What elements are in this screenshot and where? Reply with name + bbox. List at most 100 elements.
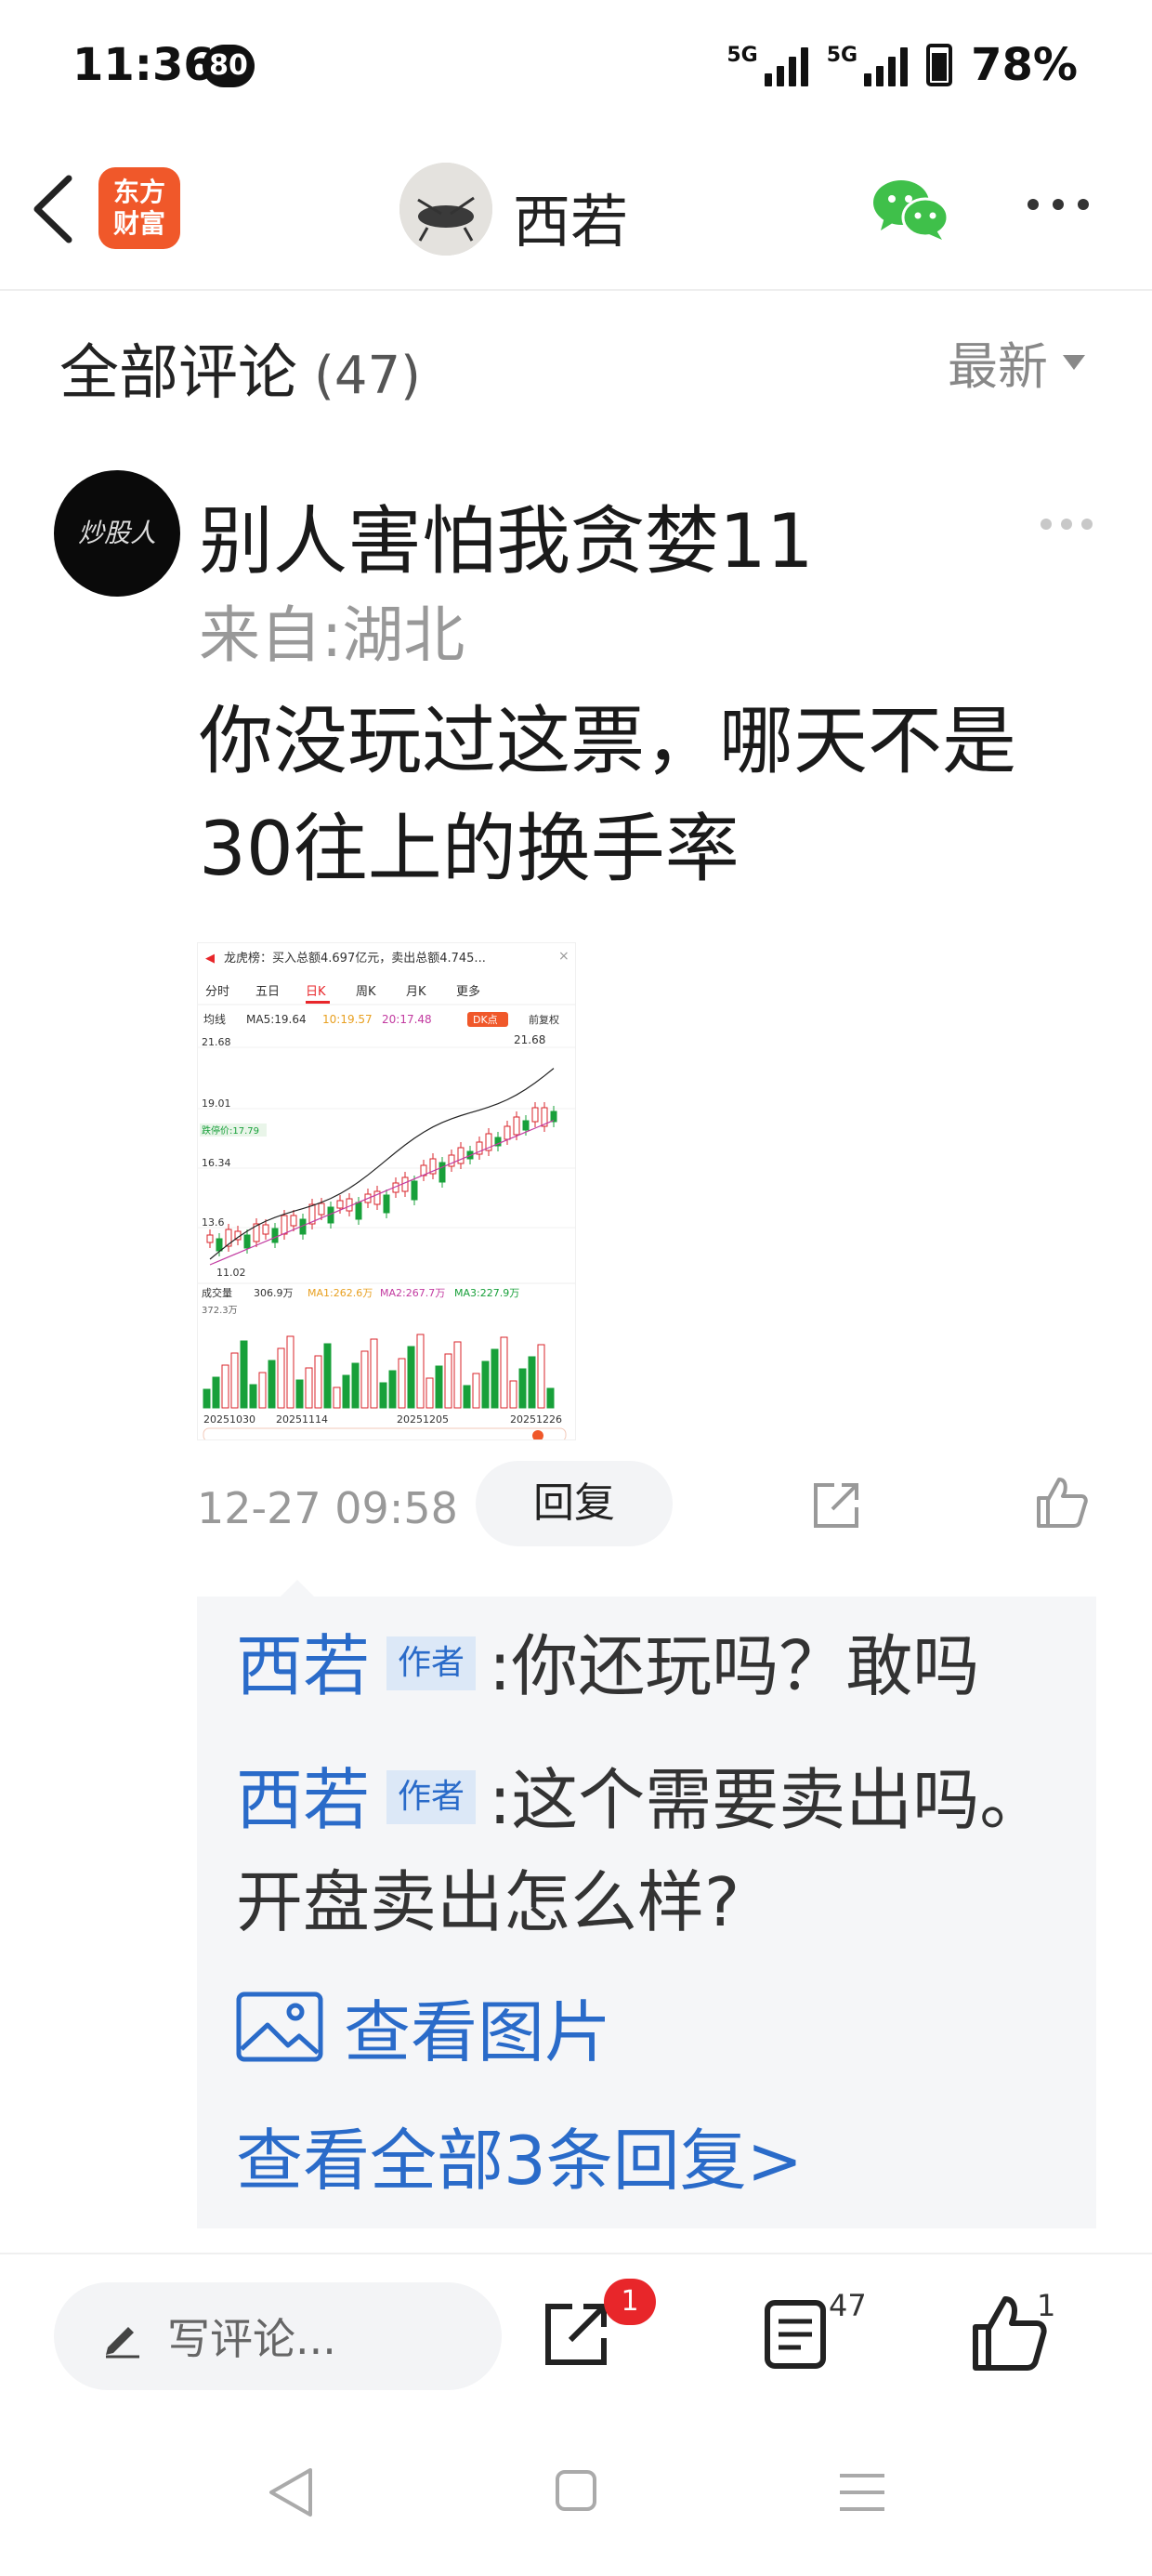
- volume-bar: [425, 1377, 434, 1409]
- candle: [411, 1180, 418, 1201]
- candle: [513, 1116, 520, 1136]
- candle: [206, 1234, 214, 1243]
- view-image-label: 查看图片: [344, 1993, 612, 2071]
- view-image-link[interactable]: 查看图片: [236, 1978, 611, 2075]
- reply-author[interactable]: 西若: [236, 1761, 370, 1839]
- candle: [522, 1120, 530, 1131]
- reply-button[interactable]: 回复: [476, 1461, 673, 1546]
- comment-time: 12-27 09:58: [197, 1483, 458, 1533]
- volume-bar: [472, 1373, 480, 1409]
- volume-bar: [360, 1350, 369, 1409]
- wechat-icon[interactable]: [871, 177, 949, 242]
- chart-date: 20251205: [397, 1413, 449, 1426]
- volume-bar: [528, 1356, 536, 1409]
- view-all-replies-link[interactable]: 查看全部3条回复>: [236, 2106, 803, 2203]
- author-avatar[interactable]: [399, 163, 492, 256]
- comment-input[interactable]: 写评论...: [54, 2282, 502, 2390]
- candle: [550, 1111, 557, 1123]
- volume-bar: [444, 1353, 452, 1409]
- volume-bar: [481, 1360, 490, 1409]
- candle: [383, 1194, 390, 1214]
- volume-bar: [416, 1334, 425, 1409]
- chart-tab: 更多: [456, 984, 480, 999]
- chart-tab: 月K: [406, 985, 426, 999]
- likes-count-badge: 1: [1037, 2288, 1056, 2323]
- chart-tab: 分时: [205, 985, 229, 999]
- sort-dropdown[interactable]: 最新: [948, 325, 1085, 399]
- volume-bar: [323, 1343, 332, 1409]
- like-icon[interactable]: [1033, 1474, 1089, 1530]
- high-label: 21.68: [514, 1033, 545, 1046]
- volume-bar: [240, 1340, 248, 1409]
- volume-bar: [370, 1338, 378, 1409]
- volume-bar: [379, 1382, 387, 1409]
- candle: [216, 1238, 223, 1252]
- volume-bar: [342, 1374, 350, 1409]
- replies-box: 西若 作者:你还玩吗？敢吗 西若 作者:这个需要卖出吗。开盘卖出怎么样? 查看图片 …: [197, 1597, 1096, 2228]
- share-icon[interactable]: [541, 2299, 611, 2370]
- back-arrow-icon[interactable]: [28, 167, 84, 251]
- reply-author[interactable]: 西若: [236, 1627, 370, 1705]
- price-tick: 16.34: [202, 1157, 231, 1169]
- share-icon[interactable]: [810, 1479, 862, 1531]
- volume-bar: [351, 1362, 360, 1409]
- reply-item[interactable]: 西若 作者:这个需要卖出吗。开盘卖出怎么样?: [236, 1749, 1072, 1953]
- reply-item[interactable]: 西若 作者:你还玩吗？敢吗: [236, 1615, 1072, 1717]
- volume-bar: [398, 1358, 406, 1409]
- volume-bar: [230, 1352, 239, 1409]
- commenter-location: 来自:湖北: [199, 599, 465, 671]
- price-tick: 21.68: [202, 1036, 231, 1048]
- image-icon: [236, 1991, 323, 2061]
- candle: [401, 1176, 409, 1192]
- author-name[interactable]: 西若: [513, 175, 628, 258]
- vol-tick: 372.3万: [202, 1306, 238, 1316]
- chart-speaker-icon: ◀: [205, 952, 215, 966]
- volume-bar: [388, 1370, 397, 1409]
- notification-badge: 80: [203, 45, 255, 87]
- signal-icon: 5G: [727, 44, 808, 86]
- volume-bar: [314, 1355, 322, 1409]
- battery-level: 78%: [971, 39, 1078, 91]
- header-divider: [0, 289, 1152, 291]
- active-tab-underline: [306, 1001, 330, 1004]
- ma5-label: MA5:19.64: [246, 1013, 307, 1026]
- volume-bar: [258, 1372, 267, 1409]
- nav-back-icon[interactable]: [266, 2464, 316, 2520]
- volume-bar: [203, 1388, 211, 1409]
- candle: [243, 1234, 251, 1249]
- chart-tab: 周K: [356, 985, 376, 999]
- chevron-down-icon: [1063, 354, 1085, 370]
- limit-label: 跌停价:17.79: [202, 1124, 259, 1137]
- comment-more-icon[interactable]: [1039, 517, 1094, 532]
- status-time: 11:36: [72, 39, 215, 91]
- volume-bar: [268, 1360, 276, 1409]
- more-icon[interactable]: [1026, 195, 1091, 214]
- candle: [281, 1215, 288, 1235]
- volume-bar: [295, 1379, 304, 1409]
- avatar-image-icon: [399, 163, 492, 256]
- status-indicators: 5G 5G 78%: [727, 39, 1078, 91]
- vol-ma3: MA3:227.9万: [454, 1287, 519, 1299]
- candle: [271, 1228, 279, 1243]
- app-logo[interactable]: 东方 财富: [98, 167, 180, 249]
- comments-icon[interactable]: [764, 2299, 827, 2370]
- commenter-name[interactable]: 别人害怕我贪婪11: [199, 481, 814, 589]
- ma-label: 均线: [203, 1013, 226, 1026]
- nav-menu-icon[interactable]: [838, 2472, 886, 2513]
- nav-home-icon[interactable]: [554, 2468, 598, 2513]
- commenter-avatar[interactable]: 炒股人: [54, 470, 180, 597]
- ma20-label: 20:17.48: [382, 1013, 432, 1026]
- volume-bar: [435, 1365, 443, 1409]
- volume-bar: [537, 1344, 545, 1409]
- battery-icon: [926, 44, 953, 86]
- low-label: 11.02: [216, 1267, 246, 1279]
- candle: [457, 1147, 465, 1164]
- candle: [318, 1203, 325, 1216]
- comments-title: 全部评论 (47): [59, 325, 421, 411]
- chart-tab: 五日: [255, 985, 280, 999]
- volume-bar: [221, 1364, 229, 1409]
- vol-ma1: MA1:262.6万: [308, 1287, 373, 1299]
- comment-image[interactable]: ◀ 龙虎榜：买入总额4.697亿元，卖出总额4.745... × 分时 五日 日K 周…: [197, 942, 576, 1440]
- candle: [290, 1215, 297, 1227]
- pencil-icon: [106, 2327, 139, 2359]
